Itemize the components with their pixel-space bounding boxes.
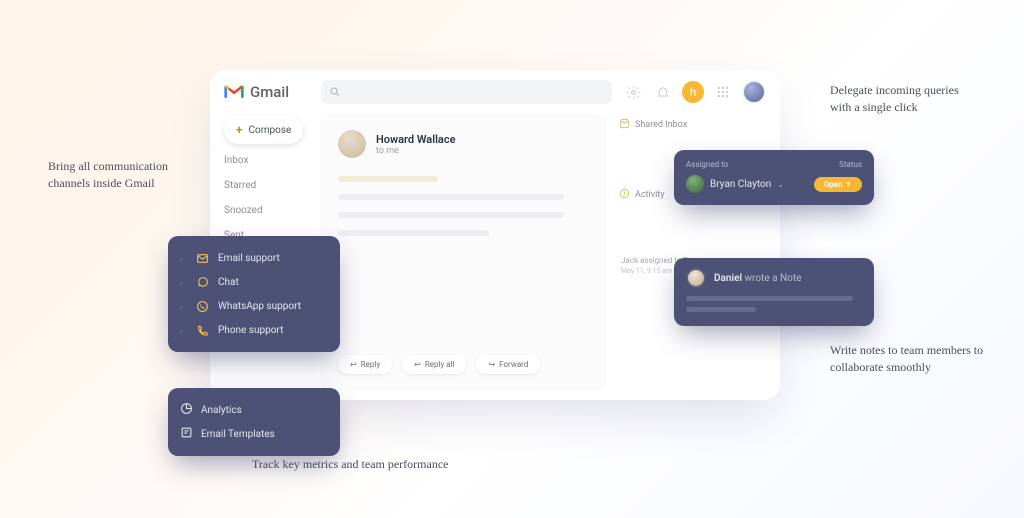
topbar-actions: h xyxy=(622,80,766,104)
assignee-dropdown[interactable]: Bryan Clayton ⌄ xyxy=(686,175,784,193)
note-author-avatar xyxy=(686,268,706,288)
whatsapp-icon xyxy=(194,298,210,314)
placeholder-line xyxy=(338,176,438,182)
chevron-right-icon: › xyxy=(180,278,186,287)
reply-all-label: Reply all xyxy=(425,360,455,369)
sidebar-item-analytics[interactable]: Analytics xyxy=(180,398,328,422)
phone-icon xyxy=(194,322,210,338)
shared-inbox-title: Shared Inbox xyxy=(619,118,770,132)
chat-icon xyxy=(194,274,210,290)
reply-all-icon: ↩ xyxy=(414,360,421,369)
reply-icon: ↩ xyxy=(350,360,357,369)
sidebar-item-email-support[interactable]: › Email support xyxy=(180,246,328,270)
sidebar-item-inbox[interactable]: Inbox xyxy=(224,152,310,169)
message-body xyxy=(338,176,589,236)
message-actions: ↩ Reply ↩ Reply all ↪ Forward xyxy=(338,355,589,374)
tool-label: Email Templates xyxy=(201,429,275,440)
placeholder-line xyxy=(338,194,564,200)
compose-label: Compose xyxy=(249,125,292,136)
status-value: Open xyxy=(824,180,843,189)
placeholder-line xyxy=(686,307,756,312)
assignee-name: Bryan Clayton xyxy=(710,179,771,190)
sender-name: Howard Wallace xyxy=(376,133,456,146)
sidebar-item-templates[interactable]: Email Templates xyxy=(180,422,328,446)
annotation-delegate: Delegate incoming queries with a single … xyxy=(830,82,980,117)
sidebar-item-whatsapp[interactable]: › WhatsApp support xyxy=(180,294,328,318)
tools-card: Analytics Email Templates xyxy=(168,388,340,456)
sidebar-item-chat[interactable]: › Chat xyxy=(180,270,328,294)
helpdesk-badge-icon[interactable]: h xyxy=(682,81,704,103)
channel-label: Email support xyxy=(218,253,280,264)
chevron-down-icon: ⌄ xyxy=(777,180,784,189)
gmail-logo-text: Gmail xyxy=(250,83,289,101)
message-pane: Howard Wallace to me ↩ Reply ↩ Reply all xyxy=(320,114,607,390)
reply-all-button[interactable]: ↩ Reply all xyxy=(402,355,466,374)
compose-button[interactable]: + Compose xyxy=(224,116,303,144)
forward-button[interactable]: ↪ Forward xyxy=(476,355,540,374)
gmail-logo-icon xyxy=(224,84,244,100)
inbox-icon xyxy=(619,118,630,132)
templates-icon xyxy=(180,426,193,442)
assigned-to-label: Assigned to xyxy=(686,160,728,169)
sidebar-item-phone[interactable]: › Phone support xyxy=(180,318,328,342)
annotation-channels: Bring all communication channels inside … xyxy=(48,158,198,193)
mail-icon xyxy=(194,250,210,266)
user-avatar[interactable] xyxy=(742,80,766,104)
message-header: Howard Wallace to me xyxy=(338,130,589,158)
chevron-right-icon: › xyxy=(180,254,186,263)
gmail-logo: Gmail xyxy=(224,83,289,101)
settings-icon[interactable] xyxy=(622,81,644,103)
chevron-right-icon: › xyxy=(180,302,186,311)
plus-icon: + xyxy=(236,123,243,137)
forward-label: Forward xyxy=(499,360,528,369)
channel-label: Chat xyxy=(218,277,239,288)
reply-button[interactable]: ↩ Reply xyxy=(338,355,392,374)
shared-inbox-card: Assigned to Status Bryan Clayton ⌄ Open xyxy=(674,150,874,205)
sidebar-item-starred[interactable]: Starred xyxy=(224,177,310,194)
annotation-notes: Write notes to team members to collabora… xyxy=(830,342,990,377)
shared-inbox-label: Shared Inbox xyxy=(635,120,687,130)
sender-avatar xyxy=(338,130,366,158)
channel-label: WhatsApp support xyxy=(218,301,301,312)
activity-label: Activity xyxy=(635,190,664,200)
chevron-right-icon: › xyxy=(180,326,186,335)
assignee-avatar xyxy=(686,175,704,193)
annotation-metrics: Track key metrics and team performance xyxy=(252,456,452,473)
status-label: Status xyxy=(839,160,862,169)
tool-label: Analytics xyxy=(201,405,242,416)
reply-label: Reply xyxy=(361,360,380,369)
placeholder-line xyxy=(686,296,853,301)
analytics-icon xyxy=(180,402,193,418)
activity-icon xyxy=(619,188,630,202)
search-icon xyxy=(329,83,341,102)
bell-icon[interactable] xyxy=(652,81,674,103)
note-verb: wrote a Note xyxy=(745,273,802,284)
forward-icon: ↪ xyxy=(488,360,495,369)
sidebar-item-snoozed[interactable]: Snoozed xyxy=(224,202,310,219)
apps-grid-icon[interactable] xyxy=(712,81,734,103)
placeholder-line xyxy=(338,230,489,236)
channels-card: › Email support › Chat › WhatsApp suppor… xyxy=(168,236,340,352)
channel-label: Phone support xyxy=(218,325,283,336)
status-dropdown[interactable]: Open xyxy=(814,177,862,192)
placeholder-line xyxy=(338,212,564,218)
search-input[interactable] xyxy=(321,80,612,104)
topbar: Gmail h xyxy=(210,70,780,110)
recipient-line: to me xyxy=(376,146,456,156)
note-author: Daniel xyxy=(714,273,742,284)
activity-note-card: Daniel wrote a Note xyxy=(674,258,874,326)
note-body xyxy=(686,296,862,312)
